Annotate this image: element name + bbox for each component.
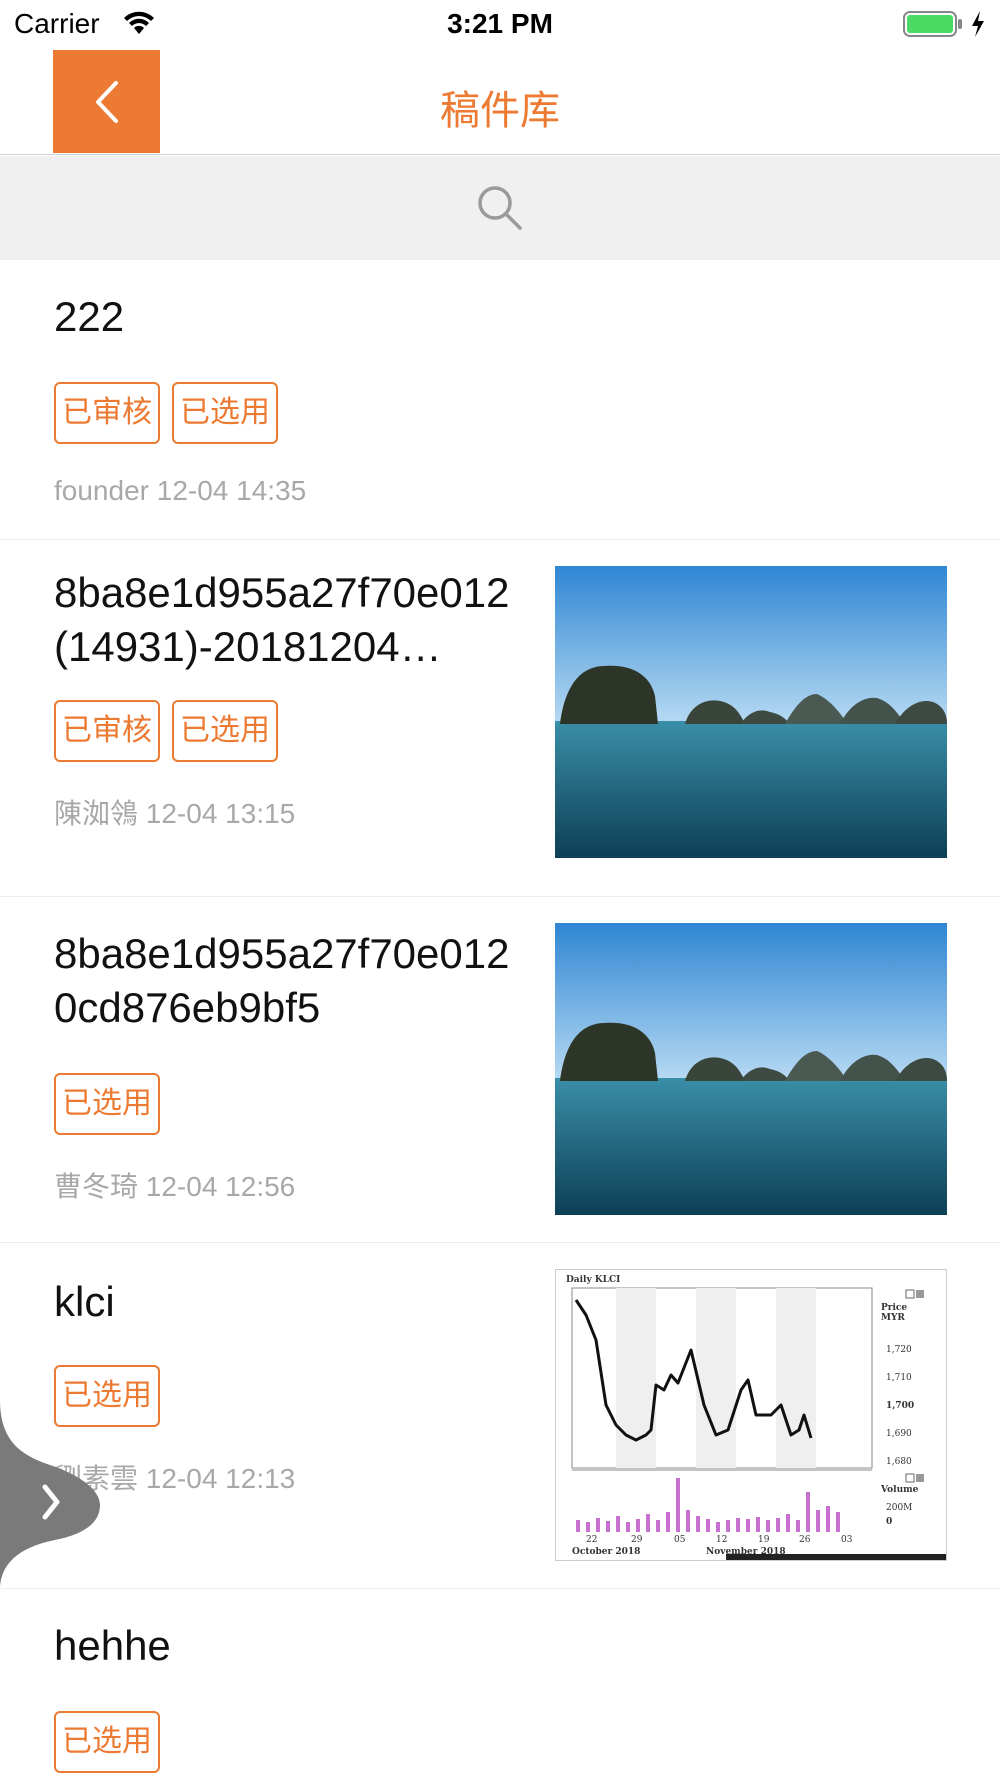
seascape-photo: [555, 566, 947, 858]
list-item[interactable]: hehhe 已选用: [0, 1589, 1000, 1778]
tag-group: 已选用: [54, 1073, 160, 1135]
item-title: 222: [54, 293, 125, 340]
thumb-date-tick: 05: [674, 1535, 686, 1545]
item-meta: founder 12-04 14:35: [54, 475, 307, 506]
thumb-month-label: October 2018: [572, 1547, 640, 1557]
status-badge: 已选用: [54, 1073, 160, 1135]
list-item[interactable]: klci 已选用 劉素雲 12-04 12:13 Daily KLCI Pric…: [0, 1243, 1000, 1589]
side-drawer-handle[interactable]: [0, 1400, 100, 1590]
search-bar[interactable]: [0, 156, 1000, 260]
navigation-bar: 稿件库: [0, 50, 1000, 155]
clock: 3:21 PM: [447, 8, 553, 39]
seascape-photo: [555, 923, 947, 1215]
thumb-price-tick: 1,700: [886, 1401, 914, 1411]
thumb-date-tick: 03: [841, 1535, 853, 1545]
thumb-chart-title: Daily KLCI: [566, 1275, 620, 1285]
tag-group: 已审核 已选用: [54, 700, 278, 762]
list-item[interactable]: 8ba8e1d955a27f70e012(14931)-20181204… 已审…: [0, 540, 1000, 897]
thumb-volume-tick: 200M: [886, 1503, 912, 1513]
item-title: klci: [54, 1278, 115, 1325]
status-badge: 已选用: [172, 382, 278, 444]
list-item[interactable]: 222 已审核 已选用 founder 12-04 14:35: [0, 260, 1000, 540]
thumbnail-image[interactable]: [555, 923, 947, 1215]
thumb-date-tick: 29: [631, 1535, 643, 1545]
thumbnail-image[interactable]: [555, 566, 947, 858]
battery-icon: [903, 11, 962, 37]
thumb-price-tick: 1,720: [886, 1345, 912, 1355]
thumb-date-tick: 26: [799, 1535, 811, 1545]
tag-group: 已选用: [54, 1711, 160, 1773]
status-badge: 已审核: [54, 700, 160, 762]
item-title: 8ba8e1d955a27f70e012(14931)-20181204…: [54, 569, 510, 670]
item-title: hehhe: [54, 1622, 171, 1669]
thumb-date-tick: 12: [716, 1535, 727, 1545]
charging-icon: [972, 11, 984, 37]
drawer-handle-shape: [0, 1400, 100, 1590]
item-meta: 陳洳鴒 12-04 13:15: [54, 798, 296, 829]
search-icon[interactable]: [475, 183, 525, 233]
page-title: 稿件库: [440, 89, 560, 133]
status-badge: 已选用: [54, 1711, 160, 1773]
item-meta: 曹冬琦 12-04 12:56: [54, 1171, 296, 1202]
thumb-volume-label: Volume: [880, 1485, 919, 1495]
status-bar: Carrier 3:21 PM: [0, 0, 1000, 50]
thumb-price-tick: 1,710: [886, 1373, 912, 1383]
tag-group: 已审核 已选用: [54, 382, 278, 444]
thumb-date-tick: 19: [758, 1535, 770, 1545]
status-badge: 已选用: [172, 700, 278, 762]
status-badge: 已审核: [54, 382, 160, 444]
thumb-price-tick: 1,690: [886, 1429, 912, 1439]
list-item[interactable]: 8ba8e1d955a27f70e0120cd876eb9bf5 已选用 曹冬琦…: [0, 897, 1000, 1243]
item-title: 8ba8e1d955a27f70e0120cd876eb9bf5: [54, 930, 510, 1031]
thumb-date-tick: 22: [586, 1535, 597, 1545]
thumb-unit-label: MYR: [881, 1313, 905, 1323]
stock-chart-image: Daily KLCI Price MYR 1,720 1,710 1,700 1…: [566, 1275, 946, 1560]
manuscript-list: 222 已审核 已选用 founder 12-04 14:35 8ba8e1d9…: [0, 260, 1000, 1778]
thumb-volume-tick: 0: [886, 1517, 892, 1527]
thumb-price-label: Price: [881, 1303, 907, 1313]
thumb-price-tick: 1,680: [886, 1457, 912, 1467]
thumbnail-image[interactable]: Daily KLCI Price MYR 1,720 1,710 1,700 1…: [555, 1269, 947, 1561]
